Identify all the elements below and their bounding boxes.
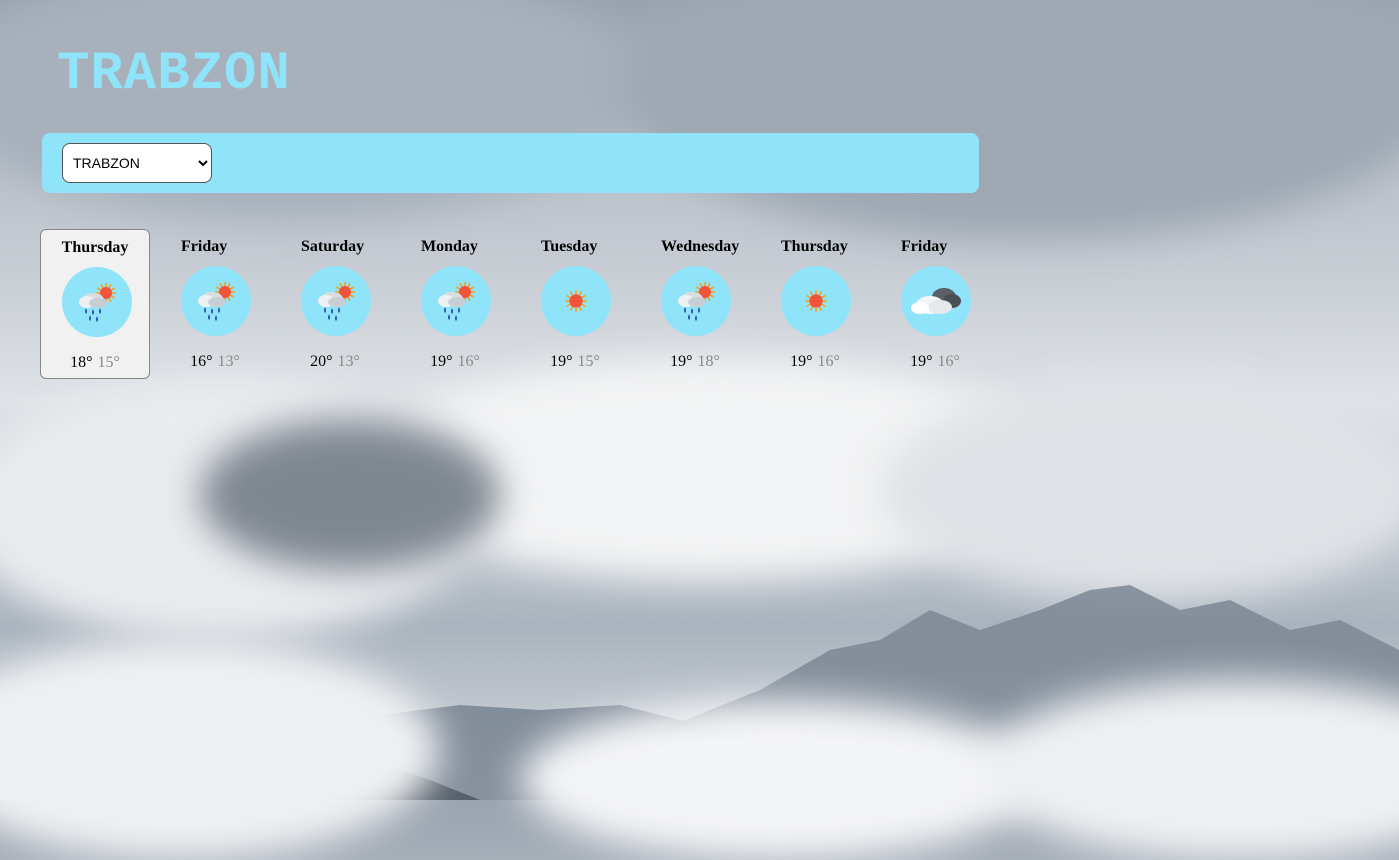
day-card[interactable]: Thursday 19° 16°: [760, 229, 870, 379]
day-name: Friday: [901, 238, 948, 255]
max-temp: 19°: [670, 353, 693, 370]
max-temp: 16°: [190, 353, 213, 370]
min-temp: 18°: [697, 353, 720, 370]
day-card[interactable]: Friday 16° 13°: [160, 229, 270, 379]
sun-icon: [781, 266, 851, 336]
min-temp: 15°: [577, 353, 600, 370]
temperature-range: 19° 16°: [400, 353, 510, 371]
temperature-range: 19° 16°: [880, 353, 990, 371]
controls-bar: TRABZON: [42, 133, 979, 193]
temperature-range: 18° 15°: [41, 354, 149, 372]
sun-icon: [541, 266, 611, 336]
day-name: Wednesday: [661, 238, 740, 255]
temperature-range: 19° 16°: [760, 353, 870, 371]
max-temp: 19°: [430, 353, 453, 370]
city-select[interactable]: TRABZON: [62, 143, 212, 183]
rain-sun-icon: [661, 266, 731, 336]
rain-sun-icon: [301, 266, 371, 336]
max-temp: 20°: [310, 353, 333, 370]
rain-sun-icon: [62, 267, 132, 337]
city-title: TRABZON: [57, 44, 291, 105]
min-temp: 16°: [817, 353, 840, 370]
max-temp: 19°: [790, 353, 813, 370]
max-temp: 19°: [550, 353, 573, 370]
day-name: Tuesday: [541, 238, 598, 255]
temperature-range: 16° 13°: [160, 353, 270, 371]
day-card[interactable]: Friday 19° 16°: [880, 229, 990, 379]
day-card[interactable]: Saturday 20° 13°: [280, 229, 390, 379]
sky-background: [0, 0, 1399, 860]
cloud-icon: [901, 266, 971, 336]
day-card[interactable]: Monday 19° 16°: [400, 229, 510, 379]
min-temp: 13°: [337, 353, 360, 370]
rain-sun-icon: [181, 266, 251, 336]
rain-sun-icon: [421, 266, 491, 336]
max-temp: 19°: [910, 353, 933, 370]
temperature-range: 19° 15°: [520, 353, 630, 371]
min-temp: 13°: [217, 353, 240, 370]
day-card[interactable]: Thursday 18° 15°: [40, 229, 150, 379]
day-name: Saturday: [301, 238, 365, 255]
temperature-range: 19° 18°: [640, 353, 750, 371]
min-temp: 15°: [97, 354, 120, 371]
day-card[interactable]: Tuesday 19° 15°: [520, 229, 630, 379]
day-name: Friday: [181, 238, 228, 255]
day-name: Thursday: [781, 238, 848, 255]
temperature-range: 20° 13°: [280, 353, 390, 371]
day-card[interactable]: Wednesday 19° 18°: [640, 229, 750, 379]
mountain-silhouette: [150, 585, 1399, 800]
min-temp: 16°: [457, 353, 480, 370]
day-name: Thursday: [61, 239, 129, 256]
max-temp: 18°: [70, 354, 93, 371]
day-name: Monday: [421, 238, 478, 255]
forecast-strip: Thursday 18° 15° Friday 16° 13° Saturday 20°…: [40, 229, 980, 381]
min-temp: 16°: [937, 353, 960, 370]
